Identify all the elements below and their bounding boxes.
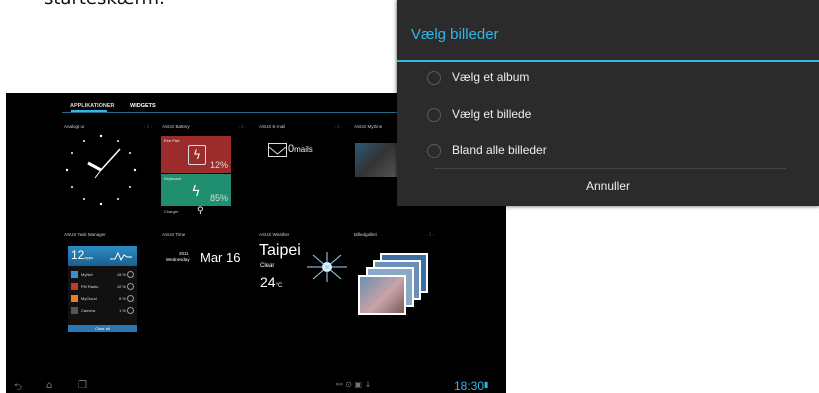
myzine-widget[interactable]: [355, 143, 397, 177]
battery-charging-icon: ϟ: [188, 145, 206, 165]
close-task-icon[interactable]: [127, 307, 134, 314]
widget-size-hint: ‹ 2 ›: [334, 124, 343, 129]
battery-charging-icon: ϟ: [191, 184, 201, 200]
clear-all-button[interactable]: Clear all: [68, 325, 137, 332]
widget-title-analog: Analogt ur: [64, 124, 85, 129]
status-clock[interactable]: 18:30: [454, 379, 484, 393]
notification-icons[interactable]: ⚯ ⊙ ▣ ↓: [336, 380, 371, 389]
email-count: 0mails: [288, 143, 313, 155]
app-icon: [71, 283, 78, 290]
option-choose-picture[interactable]: Vælg et billede: [427, 105, 807, 125]
radio-button[interactable]: [427, 71, 441, 85]
dialog-title-divider: [397, 60, 819, 62]
task-manager-header: 12apps: [68, 246, 137, 266]
home-icon[interactable]: ⌂: [46, 380, 52, 391]
radio-button[interactable]: [427, 144, 441, 158]
task-row: MyCloud 6 %: [71, 294, 134, 303]
battery-widget[interactable]: Eee Pad ϟ 12% Keyboard ϟ 85% Charger ⚲: [161, 136, 231, 216]
app-count: 12apps: [71, 248, 94, 262]
battery-label: Eee Pad: [164, 138, 180, 143]
widget-title-gallery: Billedgalleri: [354, 232, 378, 237]
envelope-icon: [268, 143, 287, 157]
widget-size-hint: ‹ 2 ›: [144, 124, 153, 129]
weather-temperature: 24°C: [260, 274, 283, 290]
option-shuffle-all[interactable]: Bland alle billeder: [427, 141, 807, 161]
email-widget[interactable]: 0mails: [268, 143, 328, 163]
task-row: FM Radio 10 %: [71, 282, 134, 291]
widget-title-weather: ASUS Weather: [259, 232, 290, 237]
battery-percent: 12%: [209, 160, 228, 170]
tab-applications[interactable]: APPLIKATIONER: [70, 103, 115, 109]
wifi-battery-icon: ▮: [484, 380, 489, 389]
option-label: Vælg et album: [452, 70, 530, 84]
cancel-button[interactable]: Annuller: [397, 170, 819, 202]
caption-text: starteskærm.: [44, 0, 165, 9]
widget-title-taskmanager: ASUS Task Manager: [64, 232, 106, 237]
option-choose-album[interactable]: Vælg et album: [427, 68, 807, 88]
gallery-widget[interactable]: [358, 253, 438, 319]
radio-button[interactable]: [427, 108, 441, 122]
battery-label: Keyboard: [164, 176, 182, 181]
sun-icon: [307, 252, 347, 282]
weather-condition: Clear: [260, 263, 275, 269]
activity-graph-icon: [110, 251, 132, 261]
select-pictures-dialog: Vælg billeder Vælg et album Vælg et bill…: [397, 0, 819, 206]
option-label: Vælg et billede: [452, 107, 532, 121]
system-bar: ⮌ ⌂ ❐ ⚯ ⊙ ▣ ↓ 18:30 ▮: [6, 377, 506, 393]
time-weekday: Wednesday: [166, 257, 190, 262]
widget-size-hint: ‹ 2 ›: [238, 124, 247, 129]
recent-apps-icon[interactable]: ❐: [78, 380, 87, 391]
widget-size-hint: ‹ 2 ›: [426, 232, 435, 237]
keyboard-battery-panel: Keyboard ϟ 85%: [161, 174, 231, 206]
battery-percent: 85%: [209, 193, 228, 203]
option-label: Bland alle billeder: [452, 143, 547, 157]
tablet-battery-panel: Eee Pad ϟ 12%: [161, 136, 231, 173]
widget-title-email: ASUS E-mail: [259, 124, 286, 129]
app-icon: [71, 271, 78, 278]
photo-thumbnail: [358, 275, 406, 315]
task-row: Camera 1 %: [71, 306, 134, 315]
back-icon[interactable]: ⮌: [14, 380, 22, 393]
charger-label: Charger: [164, 209, 179, 214]
weather-city: Taipei: [259, 242, 301, 259]
analog-clock-widget[interactable]: [62, 131, 140, 209]
time-date: Mar 16: [200, 250, 241, 265]
widget-title-myzine: ASUS MyZine: [354, 124, 383, 129]
dialog-title: Vælg billeder: [411, 26, 499, 43]
app-icon: [71, 295, 78, 302]
widget-title-time: ASUS Time: [162, 232, 186, 237]
tab-widgets[interactable]: WIDGETS: [130, 103, 156, 109]
plug-icon: ⚲: [197, 206, 204, 216]
widget-title-battery: ASUS Battery: [162, 124, 190, 129]
task-manager-widget[interactable]: 12apps MyNet 15 % FM Radio 10 % MyCloud 6 %…: [68, 246, 137, 332]
close-task-icon[interactable]: [127, 295, 134, 302]
dialog-button-divider: [434, 168, 786, 169]
app-icon: [71, 307, 78, 314]
time-year: 2011: [179, 251, 189, 256]
close-task-icon[interactable]: [127, 271, 134, 278]
weather-widget[interactable]: Taipei Clear 24°C: [259, 242, 349, 302]
active-tab-indicator: [71, 110, 107, 112]
task-row: MyNet 15 %: [71, 270, 134, 279]
close-task-icon[interactable]: [127, 283, 134, 290]
